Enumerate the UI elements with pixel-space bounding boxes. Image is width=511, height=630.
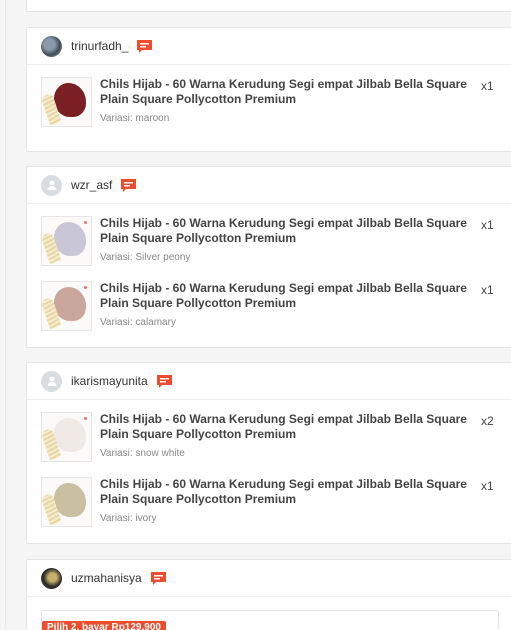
product-quantity: x1 bbox=[481, 479, 494, 493]
buyer-username[interactable]: ikarismayunita bbox=[71, 374, 148, 388]
order-card-header: trinurfadh_ bbox=[27, 28, 511, 65]
order-card: uzmahanisya Pilih 2, bayar Rp129.900 bbox=[26, 559, 511, 630]
product-thumbnail[interactable] bbox=[41, 412, 92, 462]
order-card-previous bbox=[26, 0, 511, 12]
brand-mark bbox=[84, 221, 87, 224]
product-title[interactable]: Chils Hijab - 60 Warna Kerudung Segi emp… bbox=[100, 281, 476, 311]
order-item[interactable]: Chils Hijab - 60 Warna Kerudung Segi emp… bbox=[41, 412, 511, 472]
user-avatar-icon[interactable] bbox=[41, 174, 62, 196]
product-image bbox=[54, 287, 86, 321]
product-variant: Variasi: maroon bbox=[100, 113, 170, 124]
product-thumbnail[interactable] bbox=[41, 77, 92, 127]
buyer-username[interactable]: wzr_asf bbox=[71, 178, 112, 192]
product-title[interactable]: Chils Hijab - 60 Warna Kerudung Segi emp… bbox=[100, 477, 476, 507]
brand-mark bbox=[84, 286, 87, 289]
promo-bundle-box: Pilih 2, bayar Rp129.900 bbox=[41, 610, 499, 630]
product-quantity: x1 bbox=[481, 218, 494, 232]
order-item[interactable]: Chils Hijab - 60 Warna Kerudung Segi emp… bbox=[41, 77, 511, 137]
order-card-header: wzr_asf bbox=[27, 167, 511, 204]
order-list-page: trinurfadh_ Chils Hijab - 60 Warna Kerud… bbox=[0, 0, 511, 630]
product-title[interactable]: Chils Hijab - 60 Warna Kerudung Segi emp… bbox=[100, 77, 476, 107]
page-divider bbox=[5, 0, 6, 630]
order-card-header: uzmahanisya bbox=[27, 560, 511, 597]
product-variant: Variasi: ivory bbox=[100, 513, 157, 524]
chat-icon[interactable] bbox=[150, 571, 166, 585]
product-variant: Variasi: Silver peony bbox=[100, 252, 191, 263]
chat-icon[interactable] bbox=[137, 39, 153, 53]
order-item[interactable]: Chils Hijab - 60 Warna Kerudung Segi emp… bbox=[41, 477, 511, 537]
product-thumbnail[interactable] bbox=[41, 216, 92, 266]
order-card: wzr_asf Chils Hijab - 60 Warna Kerudung … bbox=[26, 166, 511, 348]
chat-icon[interactable] bbox=[121, 178, 137, 192]
product-image bbox=[54, 83, 86, 117]
order-card-header: ikarismayunita bbox=[27, 363, 511, 400]
product-quantity: x1 bbox=[481, 79, 494, 93]
product-thumbnail[interactable] bbox=[41, 477, 92, 527]
product-variant: Variasi: calamary bbox=[100, 317, 176, 328]
product-image bbox=[54, 483, 86, 517]
brand-mark bbox=[84, 417, 87, 420]
product-variant: Variasi: snow white bbox=[100, 448, 185, 459]
promo-badge: Pilih 2, bayar Rp129.900 bbox=[42, 621, 166, 630]
avatar[interactable] bbox=[41, 35, 62, 57]
product-title[interactable]: Chils Hijab - 60 Warna Kerudung Segi emp… bbox=[100, 216, 476, 246]
product-thumbnail[interactable] bbox=[41, 281, 92, 331]
order-item[interactable]: Chils Hijab - 60 Warna Kerudung Segi emp… bbox=[41, 216, 511, 276]
order-item[interactable]: Chils Hijab - 60 Warna Kerudung Segi emp… bbox=[41, 281, 511, 341]
product-quantity: x1 bbox=[481, 283, 494, 297]
chat-icon[interactable] bbox=[156, 374, 172, 388]
order-card: ikarismayunita Chils Hijab - 60 Warna Ke… bbox=[26, 362, 511, 544]
product-quantity: x2 bbox=[481, 414, 494, 428]
buyer-username[interactable]: uzmahanisya bbox=[71, 571, 142, 585]
order-card: trinurfadh_ Chils Hijab - 60 Warna Kerud… bbox=[26, 27, 511, 152]
avatar[interactable] bbox=[41, 567, 62, 589]
product-title[interactable]: Chils Hijab - 60 Warna Kerudung Segi emp… bbox=[100, 412, 476, 442]
product-image bbox=[54, 418, 86, 452]
buyer-username[interactable]: trinurfadh_ bbox=[71, 39, 128, 53]
product-image bbox=[54, 222, 86, 256]
user-avatar-icon[interactable] bbox=[41, 370, 62, 392]
